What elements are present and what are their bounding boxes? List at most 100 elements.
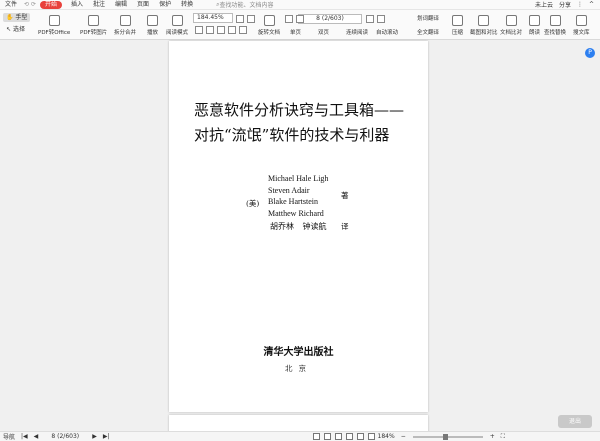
find-replace-label: 查找替换 xyxy=(544,30,567,36)
zoom-in-icon[interactable]: + xyxy=(487,433,498,440)
play-icon xyxy=(147,15,158,26)
doc-compare-label: 文档比对 xyxy=(500,30,523,36)
menu-start[interactable]: 开始 xyxy=(39,0,62,9)
zoom-in-icon[interactable] xyxy=(236,15,244,23)
pdf-to-office-button[interactable]: PDF转Office xyxy=(38,10,70,40)
nav-toggle[interactable]: 导航 xyxy=(0,432,18,441)
select-tool-button[interactable]: ↖ 选择 xyxy=(3,25,28,34)
play-label: 播放 xyxy=(147,30,159,36)
translator-names: 胡乔林 钟读航 xyxy=(270,222,327,231)
menu-convert[interactable]: 转换 xyxy=(176,0,198,10)
search-box[interactable]: ⌕ 查找功能、文档内容 xyxy=(216,0,274,10)
author-name: Steven Adair xyxy=(268,185,310,195)
continuous-read-label: 连续阅读 xyxy=(346,30,369,36)
fullscreen-icon[interactable]: ⛶ xyxy=(498,433,508,441)
document-area[interactable]: 恶意软件分析诀窍与工具箱—— 对抗“流氓”软件的技术与利器 Michael Ha… xyxy=(0,41,600,435)
author-list: Michael Hale Ligh Steven Adair Blake Har… xyxy=(268,173,328,219)
find-replace-button[interactable]: 查找替换 xyxy=(544,10,566,40)
author-name: Blake Hartstein xyxy=(268,197,318,206)
compress-label: 压缩 xyxy=(452,30,464,36)
status-bar: 导航 |◀ ◀ 8 (2/603) ▶ ▶| 184% − + ⛶ xyxy=(0,431,600,441)
menu-edit[interactable]: 编辑 xyxy=(110,0,132,10)
pdf-to-office-label: PDF转Office xyxy=(38,30,71,36)
auto-scroll-label: 自动滚动 xyxy=(376,30,399,36)
collapse-icon[interactable]: ^ xyxy=(589,1,594,8)
rotate-left-icon[interactable] xyxy=(228,26,236,34)
pdf-to-image-button[interactable]: PDF转图片 xyxy=(80,10,107,40)
zoom-slider-knob[interactable] xyxy=(442,433,448,440)
play-button[interactable]: 播放 xyxy=(147,10,158,40)
fit-page-icon[interactable] xyxy=(206,26,214,34)
status-view-icons xyxy=(312,433,375,440)
read-aloud-button[interactable]: 朗读 xyxy=(529,10,540,40)
actual-size-icon[interactable] xyxy=(217,26,225,34)
menu-arrows-icon[interactable]: ⟲ ⟳ xyxy=(24,1,36,8)
author-country: (美) xyxy=(246,199,260,208)
play-icon[interactable] xyxy=(367,433,375,440)
double-page-label: 双页 xyxy=(318,30,330,36)
menu-bar: 文件 ⟲ ⟳ 开始 插入 批注 编辑 页面 保护 转换 ⌕ 查找功能、文档内容 … xyxy=(0,0,600,10)
pdf-office-icon xyxy=(48,15,60,26)
reading-mode-icon xyxy=(171,15,183,26)
rotate-doc-button[interactable]: 旋转文档 xyxy=(258,10,280,40)
double-icon[interactable] xyxy=(334,433,342,440)
zoom-icons xyxy=(236,15,255,23)
share-button[interactable]: 分享 xyxy=(559,0,571,9)
pdf-image-icon xyxy=(88,15,100,26)
book-icon[interactable] xyxy=(356,433,364,440)
pdf-to-image-label: PDF转图片 xyxy=(80,30,108,36)
book-title-line1: 恶意软件分析诀窍与工具箱—— xyxy=(194,101,405,119)
side-panel-badge[interactable]: P xyxy=(585,48,595,58)
author-name: Matthew Richard xyxy=(268,208,324,218)
zoom-input[interactable]: 184.45% xyxy=(193,13,233,23)
rotate-right-icon[interactable] xyxy=(239,26,247,34)
full-translate-button[interactable]: 全文翻译 xyxy=(417,10,439,40)
fit-icon[interactable] xyxy=(323,433,331,440)
continuous-icon[interactable] xyxy=(345,433,353,440)
more-icon[interactable]: ⋮ xyxy=(577,1,583,8)
full-translate-label: 全文翻译 xyxy=(417,30,440,36)
cloud-status[interactable]: 未上云 xyxy=(535,0,553,9)
fit-width-icon[interactable] xyxy=(195,26,203,34)
status-zoom[interactable]: 184% xyxy=(375,433,398,440)
split-merge-button[interactable]: 拆分合并 xyxy=(114,10,136,40)
first-page-icon[interactable]: |◀ xyxy=(18,433,31,440)
continuous-read-button[interactable]: 连续阅读 xyxy=(346,10,368,40)
publisher-name: 清华大学出版社 xyxy=(263,347,334,358)
menu-insert[interactable]: 插入 xyxy=(66,0,88,10)
doc-compare-icon xyxy=(505,15,517,26)
hand-tool-button[interactable]: ✋ 手型 xyxy=(3,13,31,22)
search-library-button[interactable]: 搜文库 xyxy=(573,10,590,40)
select-tool-label: 选择 xyxy=(12,26,25,33)
menu-file[interactable]: 文件 xyxy=(0,0,22,10)
rotate-doc-icon xyxy=(263,15,275,26)
zoom-out-icon[interactable]: − xyxy=(398,433,409,440)
screenshot-compare-label: 截图和对比 xyxy=(470,30,498,36)
compress-button[interactable]: 压缩 xyxy=(452,10,463,40)
zoom-out-icon[interactable] xyxy=(247,15,255,23)
prev-page-icon[interactable]: ◀ xyxy=(31,433,42,440)
menu-comment[interactable]: 批注 xyxy=(88,0,110,10)
single-page-label: 单页 xyxy=(290,30,302,36)
menu-protect[interactable]: 保护 xyxy=(154,0,176,10)
rotate-doc-label: 旋转文档 xyxy=(258,30,281,36)
search-placeholder: 查找功能、文档内容 xyxy=(219,2,274,9)
view-icons xyxy=(195,26,247,34)
view-mode-icon[interactable] xyxy=(312,433,320,440)
next-page-icon[interactable]: ▶ xyxy=(89,433,100,440)
status-page-input[interactable]: 8 (2/603) xyxy=(41,433,89,440)
screenshot-compare-button[interactable]: 截图和对比 xyxy=(470,10,498,40)
double-page-button[interactable]: 双页 xyxy=(318,10,329,40)
doc-compare-button[interactable]: 文档比对 xyxy=(500,10,522,40)
zoom-slider[interactable] xyxy=(412,433,483,440)
publisher-city: 北京 xyxy=(285,364,312,373)
author-suffix: 著 xyxy=(341,191,349,200)
read-aloud-label: 朗读 xyxy=(529,30,541,36)
menu-page[interactable]: 页面 xyxy=(132,0,154,10)
find-replace-icon xyxy=(549,15,561,26)
last-page-icon[interactable]: ▶| xyxy=(100,433,113,440)
auto-scroll-button[interactable]: 自动滚动 xyxy=(376,10,398,40)
exit-button[interactable]: 退出 xyxy=(558,415,592,428)
reading-mode-button[interactable]: 阅读模式 xyxy=(166,10,188,40)
single-page-button[interactable]: 单页 xyxy=(290,10,301,40)
